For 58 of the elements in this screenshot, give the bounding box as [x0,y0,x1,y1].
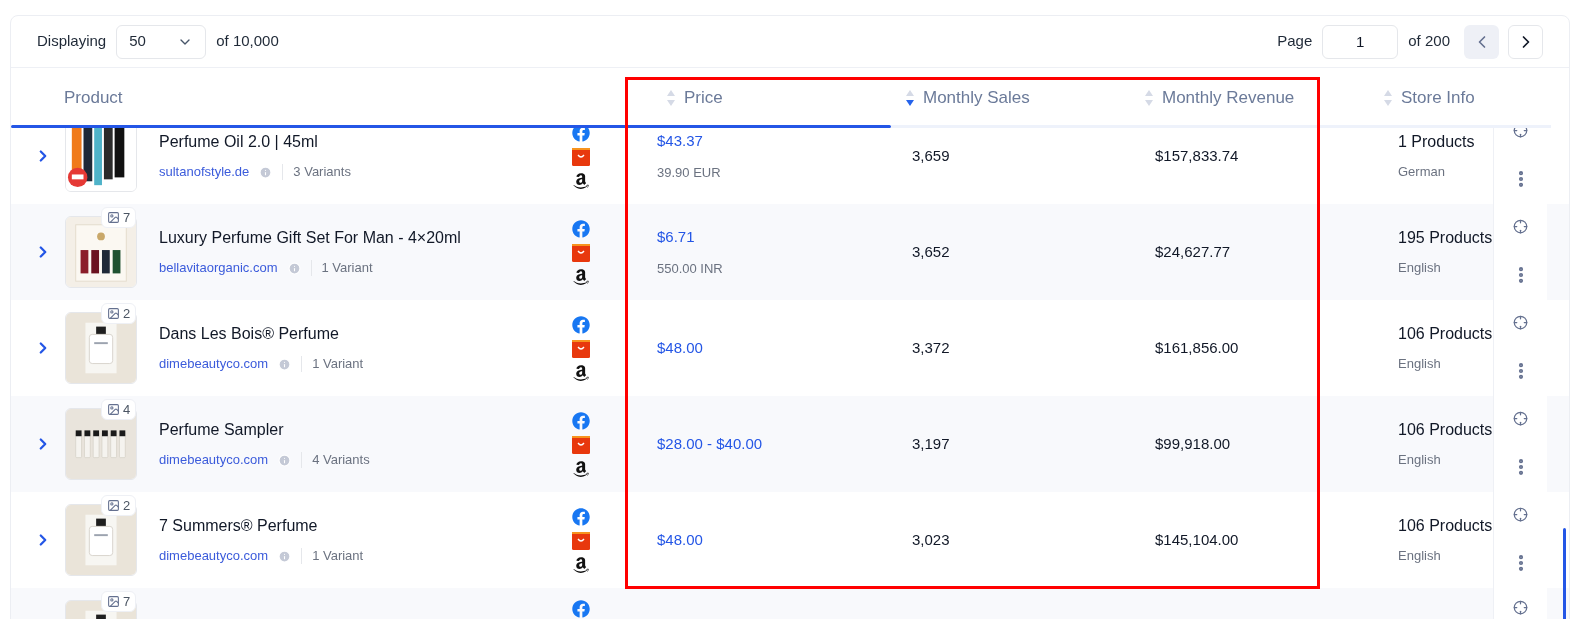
monthly-sales: 3,023 [912,531,950,548]
image-count-badge: 7 [101,207,137,228]
variant-count: 1 Variant [321,259,373,278]
column-header[interactable]: Store Info [1401,85,1475,111]
monthly-sales: 3,372 [912,339,950,356]
store-language: English [1398,547,1442,566]
local-price: 550.00 INR [657,259,724,278]
page-total: of 200 [1408,31,1450,52]
image-count-badge: 2 [101,495,137,516]
store-product-count: 195 Products [1398,228,1493,249]
store-product-count: 106 Products [1398,420,1493,441]
price: $48.00 [657,337,704,358]
product-title[interactable]: Perfume Sampler [159,418,569,443]
store-link[interactable]: dimebeautyco.com [159,546,269,566]
column-header[interactable]: Product [64,85,123,111]
variant-count: 1 Variant [312,547,364,566]
product-title[interactable]: Luxury Perfume Gift Set For Man - 4×20ml [159,226,569,251]
column-header[interactable]: Monthly Sales [923,85,1030,111]
monthly-revenue: $99,918.00 [1155,435,1231,452]
page-label: Page [1277,31,1313,52]
page-size-select[interactable]: 50 [116,24,207,59]
product-title[interactable]: Dans Les Bois® Perfume [159,322,569,347]
price: $28.00 - $40.00 [657,433,764,454]
page-input[interactable]: 1 [1322,24,1399,59]
variant-count: 4 Variants [312,451,370,470]
monthly-sales: 3,197 [912,435,950,452]
total-count: of 10,000 [216,31,279,52]
store-product-count: 106 Products [1398,324,1493,345]
store-link[interactable]: sultanofstyle.de [159,162,250,182]
image-count-badge: 4 [101,399,137,420]
store-language: English [1398,259,1442,278]
store-link[interactable]: dimebeautyco.com [159,450,269,470]
monthly-revenue: $24,627.77 [1155,243,1231,260]
column-header[interactable]: Monthly Revenue [1162,85,1295,111]
price: $48.00 [657,529,704,550]
monthly-revenue: $161,856.00 [1155,339,1239,356]
displaying-label: Displaying [37,31,107,52]
store-language: English [1398,451,1442,470]
image-count-badge: 7 [101,591,137,612]
column-header[interactable]: Price [684,85,723,111]
price: $6.71 [657,227,696,247]
variant-count: 1 Variant [312,355,364,374]
store-product-count: 106 Products [1398,516,1493,537]
product-title[interactable]: 7 Summers® Perfume [159,514,569,539]
local-price: 39.90 EUR [657,163,722,182]
product-title[interactable]: Perfume Oil 2.0 | 45ml [159,130,569,155]
store-language: English [1398,355,1442,374]
store-link[interactable]: dimebeautyco.com [159,354,269,374]
monthly-sales: 3,659 [912,147,950,164]
store-language: German [1398,163,1446,182]
store-link[interactable]: bellavitaorganic.com [159,258,278,278]
monthly-sales: 3,652 [912,243,950,260]
variant-count: 3 Variants [293,163,351,182]
store-product-count: 1 Products [1398,132,1476,153]
price: $43.37 [657,131,704,151]
monthly-revenue: $157,833.74 [1155,147,1239,164]
image-count-badge: 2 [101,303,137,324]
monthly-revenue: $145,104.00 [1155,531,1239,548]
